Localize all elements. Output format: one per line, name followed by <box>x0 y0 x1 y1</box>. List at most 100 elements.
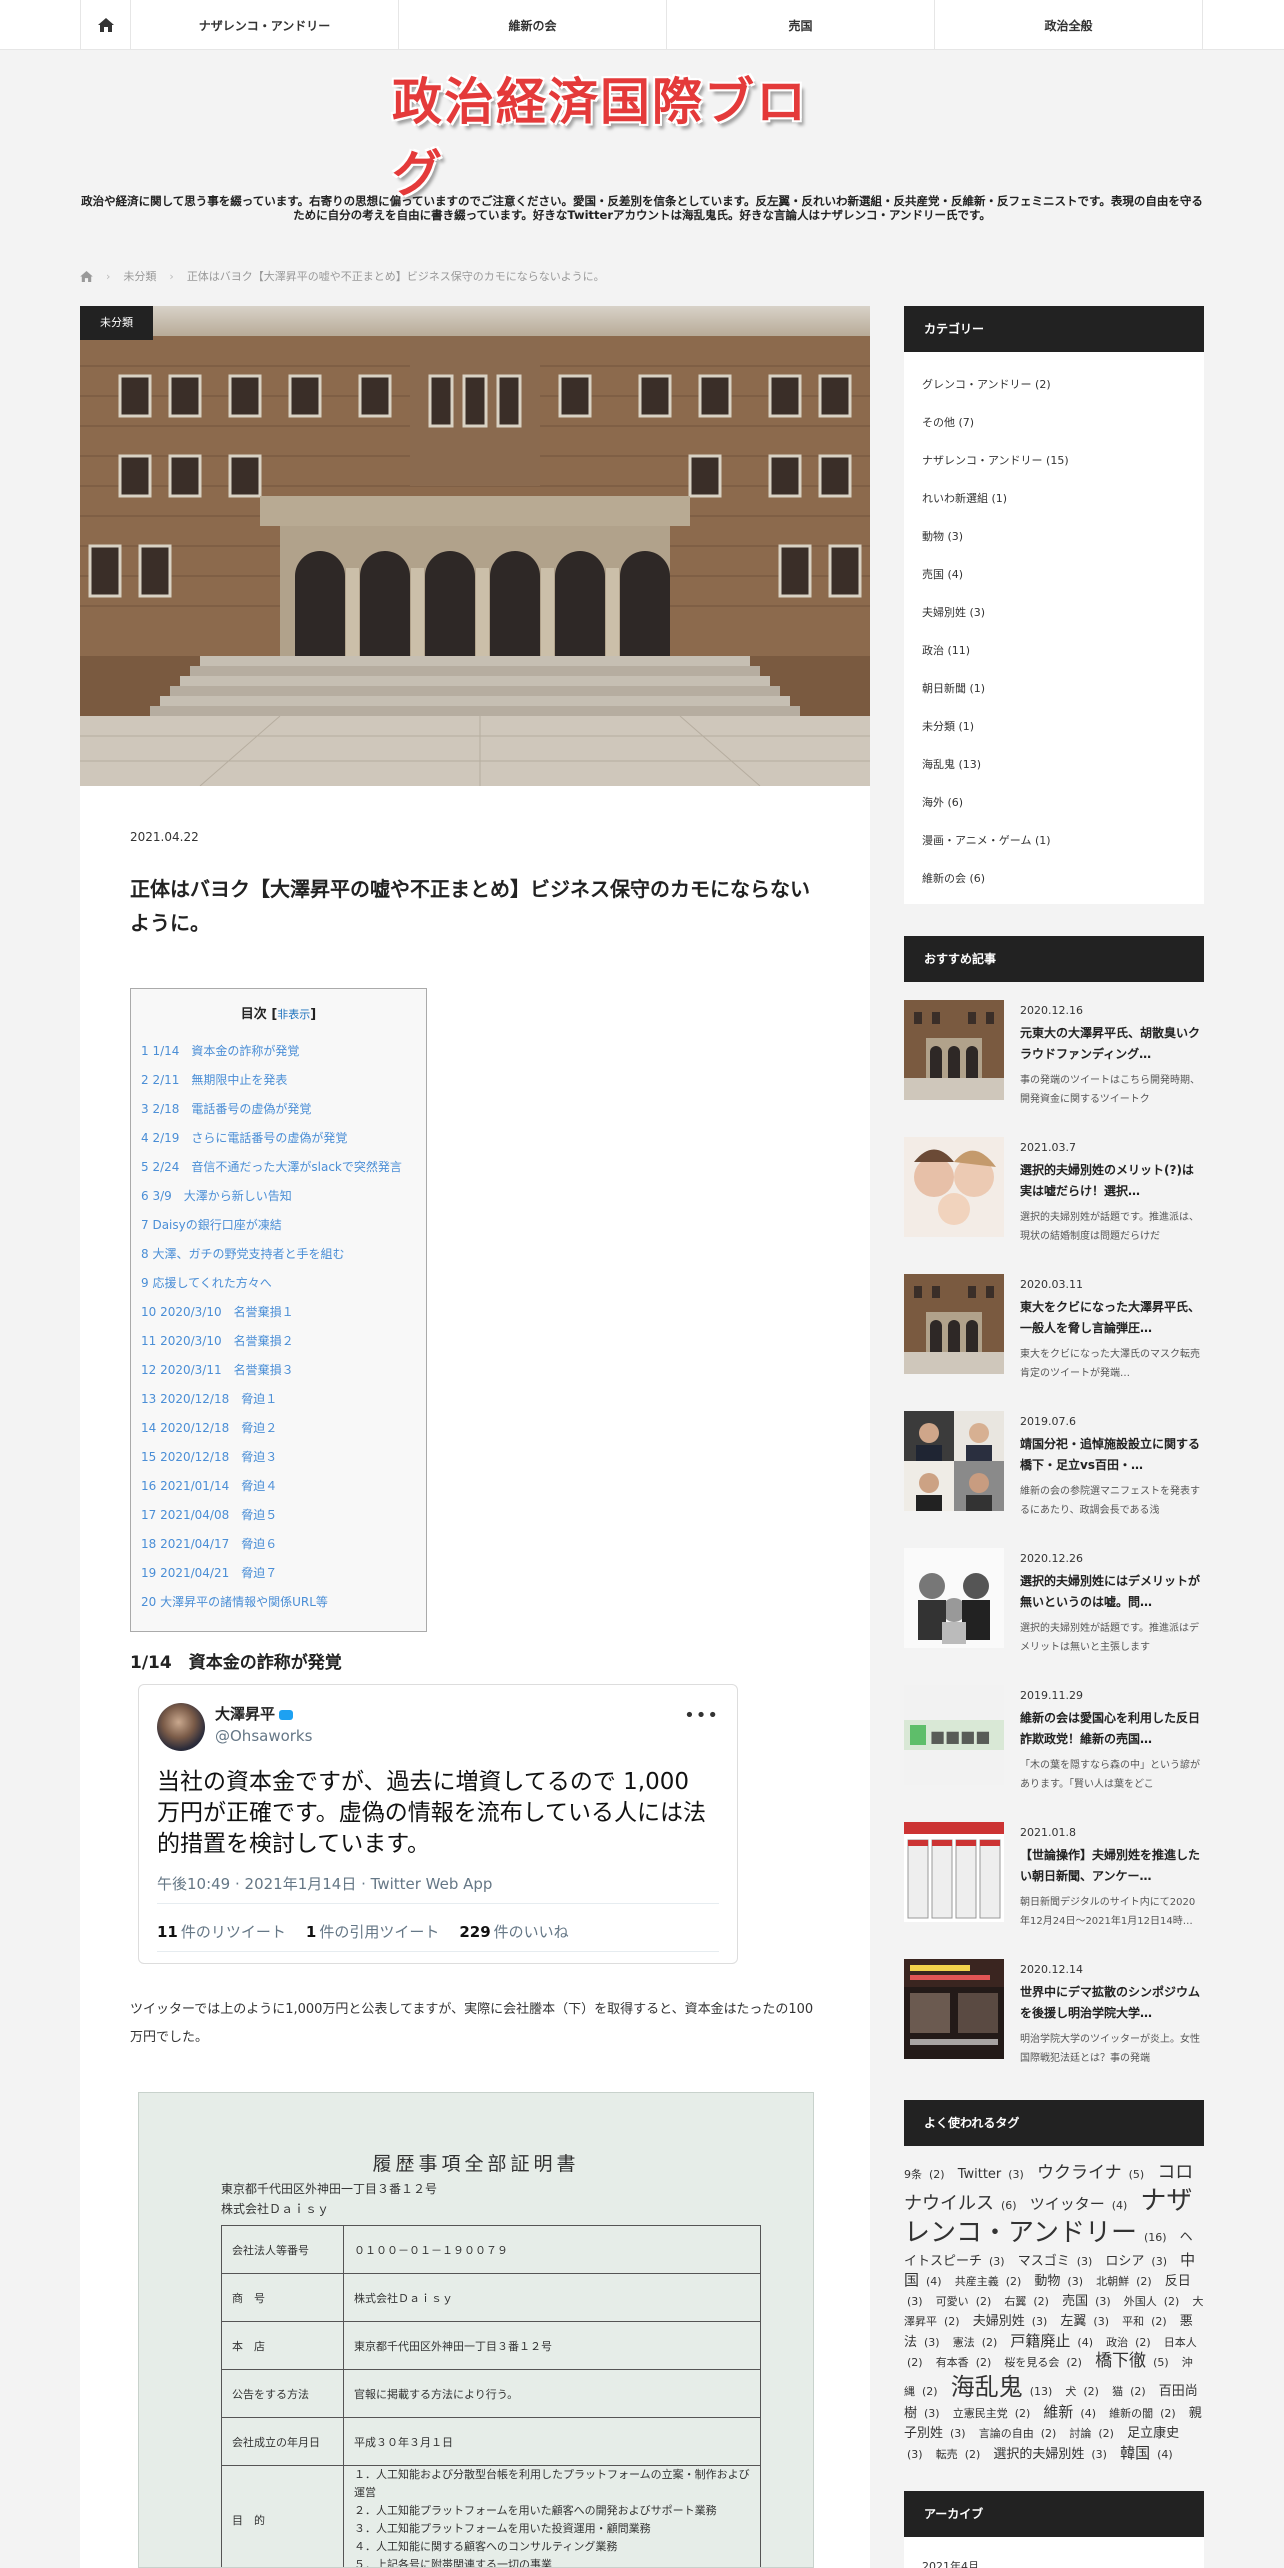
tag-link[interactable]: マスゴミ (3) <box>1018 2254 1097 2269</box>
category-link[interactable]: 未分類 (1) <box>904 708 1204 746</box>
recommended-thumbnail[interactable] <box>904 1822 1004 1922</box>
toc-toggle-link[interactable]: 非表示 <box>277 1008 310 1021</box>
recommended-title[interactable]: 世界中にデマ拡散のシンポジウムを後援し明治学院大学… <box>1020 1982 1204 2024</box>
recommended-article[interactable]: 2019.07.6 靖国分祀・追悼施設設立に関する橋下・足立vs百田・… 維新の会の… <box>904 1393 1204 1530</box>
retweet-count[interactable]: 11 件のリツイート <box>157 1921 286 1942</box>
category-link[interactable]: その他 (7) <box>904 404 1204 442</box>
tweet-timestamp[interactable]: 午後10:49 · 2021年1月14日 · Twitter Web App <box>157 1873 492 1894</box>
tag-link[interactable]: 売国 (3) <box>1062 2294 1115 2309</box>
category-link[interactable]: 夫婦別姓 (3) <box>904 594 1204 632</box>
tweet-author-name[interactable]: 大澤昇平 <box>215 1703 294 1724</box>
quote-count[interactable]: 1 件の引用ツイート <box>306 1921 439 1942</box>
like-count[interactable]: 229 件のいいね <box>459 1921 568 1942</box>
recommended-title[interactable]: 【世論操作】夫婦別姓を推進したい朝日新聞、アンケー… <box>1020 1845 1204 1887</box>
toc-item[interactable]: 11 2020/3/10 名誉棄損２ <box>141 1327 426 1356</box>
toc-item[interactable]: 18 2021/04/17 脅迫６ <box>141 1530 426 1559</box>
tag-link[interactable]: 動物 (3) <box>1034 2274 1087 2289</box>
tag-link[interactable]: 橋下徹 (5) <box>1095 2351 1173 2371</box>
toc-item[interactable]: 19 2021/04/21 脅迫７ <box>141 1559 426 1588</box>
recommended-article[interactable]: 2020.03.11 東大をクビになった大澤昇平氏、一般人を脅し言論弾圧… 東大をク… <box>904 1256 1204 1393</box>
more-icon[interactable]: ••• <box>684 1705 719 1726</box>
recommended-title[interactable]: 東大をクビになった大澤昇平氏、一般人を脅し言論弾圧… <box>1020 1297 1204 1339</box>
toc-item[interactable]: 6 3/9 大澤から新しい告知 <box>141 1182 426 1211</box>
tag-link[interactable]: 戸籍廃止 (4) <box>1010 2332 1097 2350</box>
tag-link[interactable]: ウクライナ (5) <box>1037 2163 1148 2183</box>
tag-link[interactable]: 討論 (2) <box>1069 2427 1118 2440</box>
recommended-title[interactable]: 元東大の大澤昇平氏、胡散臭いクラウドファンディング… <box>1020 1023 1204 1065</box>
toc-item[interactable]: 14 2020/12/18 脅迫２ <box>141 1414 426 1443</box>
recommended-thumbnail[interactable] <box>904 1411 1004 1511</box>
toc-item[interactable]: 5 2/24 音信不通だった大澤がslackで突然発言 <box>141 1153 426 1182</box>
tag-link[interactable]: 言論の自由 (2) <box>979 2427 1061 2440</box>
recommended-thumbnail[interactable] <box>904 1548 1004 1648</box>
toc-item[interactable]: 13 2020/12/18 脅迫１ <box>141 1385 426 1414</box>
toc-item[interactable]: 2 2/11 無期限中止を発表 <box>141 1066 426 1095</box>
category-link[interactable]: 政治 (11) <box>904 632 1204 670</box>
recommended-title[interactable]: 選択的夫婦別姓のメリット(?)は実は嘘だらけ！選択… <box>1020 1160 1204 1202</box>
tag-link[interactable]: 共産主義 (2) <box>955 2275 1026 2288</box>
tag-link[interactable]: 韓国 (4) <box>1120 2444 1177 2462</box>
toc-item[interactable]: 17 2021/04/08 脅迫５ <box>141 1501 426 1530</box>
recommended-title[interactable]: 靖国分祀・追悼施設設立に関する橋下・足立vs百田・… <box>1020 1434 1204 1476</box>
tag-link[interactable]: 立憲民主党 (2) <box>953 2407 1035 2420</box>
category-link[interactable]: グレンコ・アンドリー (2) <box>904 366 1204 404</box>
category-link[interactable]: れいわ新選組 (1) <box>904 480 1204 518</box>
archive-link[interactable]: 2021年4月 <box>922 2549 1204 2568</box>
avatar[interactable] <box>157 1703 205 1751</box>
tag-link[interactable]: ツイッター (4) <box>1030 2195 1132 2213</box>
toc-item[interactable]: 10 2020/3/10 名誉棄損１ <box>141 1298 426 1327</box>
home-link[interactable] <box>81 0 131 50</box>
category-link[interactable]: 維新の会 (6) <box>904 860 1204 898</box>
tag-link[interactable]: 北朝鮮 (2) <box>1096 2275 1156 2288</box>
nav-item-nazarenko[interactable]: ナザレンコ・アンドリー <box>131 0 399 50</box>
tag-link[interactable]: ロシア (3) <box>1105 2254 1171 2269</box>
toc-item[interactable]: 12 2020/3/11 名誉棄損３ <box>141 1356 426 1385</box>
tag-link[interactable]: 桜を見る会 (2) <box>1004 2356 1086 2369</box>
toc-item[interactable]: 7 Daisyの銀行口座が凍結 <box>141 1211 426 1240</box>
category-link[interactable]: ナザレンコ・アンドリー (15) <box>904 442 1204 480</box>
tag-link[interactable]: 憲法 (2) <box>953 2336 1002 2349</box>
tag-link[interactable]: 選択的夫婦別姓 (3) <box>993 2447 1111 2462</box>
toc-item[interactable]: 3 2/18 電話番号の虚偽が発覚 <box>141 1095 426 1124</box>
recommended-title[interactable]: 選択的夫婦別姓にはデメリットが無いというのは嘘。問… <box>1020 1571 1204 1613</box>
recommended-thumbnail[interactable] <box>904 1959 1004 2059</box>
recommended-thumbnail[interactable]: ■■■■ <box>904 1685 1004 1785</box>
toc-item[interactable]: 15 2020/12/18 脅迫３ <box>141 1443 426 1472</box>
tag-link[interactable]: 夫婦別姓 (3) <box>973 2314 1052 2329</box>
embedded-tweet[interactable]: 大澤昇平 @Ohsaworks ••• 当社の資本金ですが、過去に増資してるので… <box>138 1684 738 1964</box>
home-icon[interactable] <box>80 270 93 282</box>
toc-item[interactable]: 1 1/14 資本金の詐称が発覚 <box>141 1037 426 1066</box>
tag-link[interactable]: Twitter (3) <box>958 2167 1028 2182</box>
recommended-article[interactable]: 2020.12.16 元東大の大澤昇平氏、胡散臭いクラウドファンディング… 事の発端… <box>904 982 1204 1119</box>
tag-link[interactable]: 左翼 (3) <box>1060 2314 1113 2329</box>
tag-link[interactable]: 犬 (2) <box>1065 2385 1103 2398</box>
site-logo[interactable]: 政治経済国際ブログ <box>392 73 838 203</box>
category-link[interactable]: 朝日新聞 (1) <box>904 670 1204 708</box>
toc-item[interactable]: 20 大澤昇平の諸情報や関係URL等 <box>141 1588 426 1617</box>
tag-link[interactable]: 外国人 (2) <box>1124 2295 1184 2308</box>
category-link[interactable]: 海乱鬼 (13) <box>904 746 1204 784</box>
tweet-handle[interactable]: @Ohsaworks <box>215 1727 312 1745</box>
toc-item[interactable]: 16 2021/01/14 脅迫４ <box>141 1472 426 1501</box>
category-badge[interactable]: 未分類 <box>80 306 153 340</box>
recommended-thumbnail[interactable] <box>904 1000 1004 1100</box>
tag-link[interactable]: 右翼 (2) <box>1004 2295 1053 2308</box>
tag-link[interactable]: 9条 (2) <box>904 2168 949 2181</box>
toc-item[interactable]: 9 応援してくれた方々へ <box>141 1269 426 1298</box>
toc-item[interactable]: 8 大澤、ガチの野党支持者と手を組む <box>141 1240 426 1269</box>
tag-link[interactable]: 政治 (2) <box>1106 2336 1155 2349</box>
category-link[interactable]: 動物 (3) <box>904 518 1204 556</box>
tag-link[interactable]: 維新 (4) <box>1043 2403 1100 2421</box>
nav-item-baikoku[interactable]: 売国 <box>667 0 935 50</box>
tag-link[interactable]: 海乱鬼 (13) <box>951 2373 1057 2401</box>
tag-link[interactable]: 猫 (2) <box>1112 2385 1150 2398</box>
recommended-title[interactable]: 維新の会は愛国心を利用した反日詐欺政党！維新の売国… <box>1020 1708 1204 1750</box>
tag-link[interactable]: 可愛い (2) <box>936 2295 996 2308</box>
tag-link[interactable]: 転売 (2) <box>936 2448 985 2461</box>
category-link[interactable]: 漫画・アニメ・ゲーム (1) <box>904 822 1204 860</box>
recommended-article[interactable]: ■■■■ 2019.11.29 維新の会は愛国心を利用した反日詐欺政党！維新の売国…… <box>904 1667 1204 1804</box>
tag-link[interactable]: 有本香 (2) <box>936 2356 996 2369</box>
nav-item-politics[interactable]: 政治全般 <box>935 0 1203 50</box>
toc-item[interactable]: 4 2/19 さらに電話番号の虚偽が発覚 <box>141 1124 426 1153</box>
recommended-article[interactable]: 2020.12.14 世界中にデマ拡散のシンポジウムを後援し明治学院大学… 明治学院… <box>904 1941 1204 2078</box>
